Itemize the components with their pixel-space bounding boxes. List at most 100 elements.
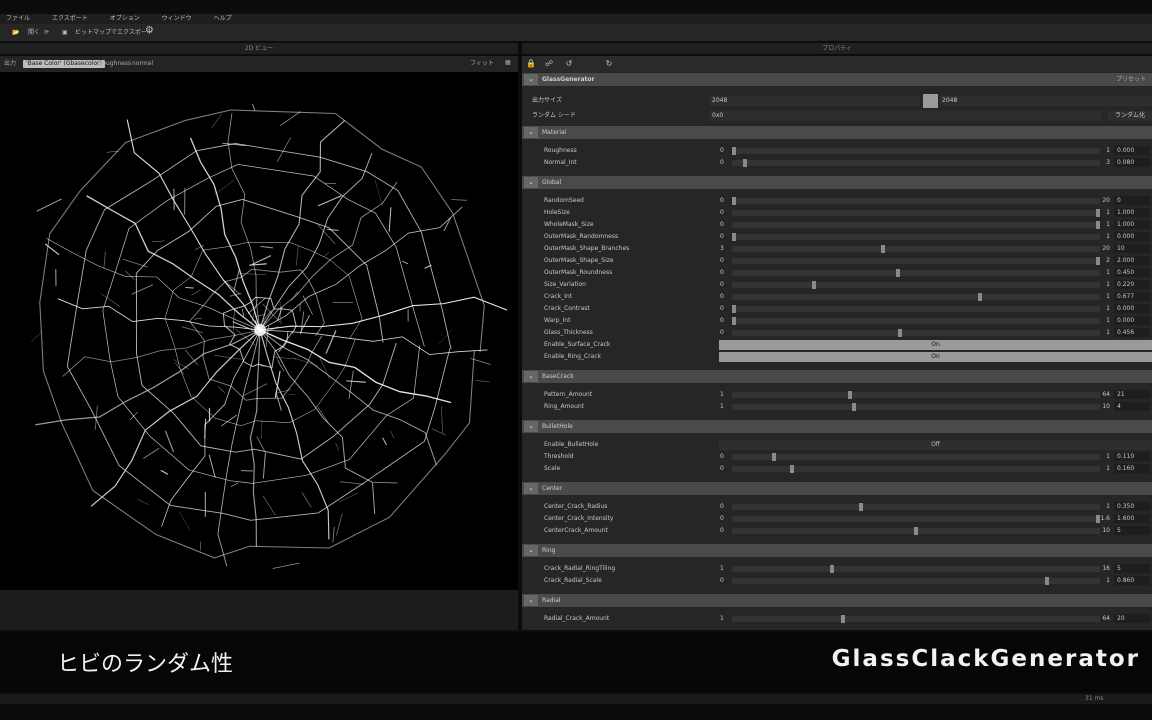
history-icon[interactable]: ↻ [604, 59, 614, 69]
param-slider[interactable] [732, 305, 1100, 313]
slider-handle[interactable] [1045, 577, 1049, 585]
chevron-down-icon[interactable]: ⌄ [524, 127, 538, 138]
param-value-input[interactable]: 0.000 [1114, 232, 1150, 241]
param-value-input[interactable]: 0.110 [1114, 452, 1150, 461]
param-value-input[interactable]: 0.160 [1114, 464, 1150, 473]
folder-icon[interactable]: 📂 [12, 27, 19, 38]
camera-icon[interactable]: ▣ [62, 27, 68, 38]
param-value-input[interactable]: 1.600 [1114, 514, 1150, 523]
param-slider[interactable] [732, 465, 1100, 473]
slider-handle[interactable] [852, 403, 856, 411]
param-value-input[interactable]: 5 [1114, 526, 1150, 535]
param-slider[interactable] [732, 329, 1100, 337]
param-slider[interactable] [732, 209, 1100, 217]
slider-handle[interactable] [812, 281, 816, 289]
slider-handle[interactable] [859, 503, 863, 511]
param-value-input[interactable]: 0.350 [1114, 502, 1150, 511]
param-slider[interactable] [732, 515, 1100, 523]
param-value-input[interactable]: 0.220 [1114, 280, 1150, 289]
slider-handle[interactable] [790, 465, 794, 473]
param-slider[interactable] [732, 245, 1100, 253]
view-options-icon[interactable]: ▦ [505, 59, 511, 67]
randomize-button[interactable]: ランダム化 [1108, 111, 1152, 121]
section-global[interactable]: ⌄ Global [522, 176, 1152, 189]
slider-handle[interactable] [743, 159, 747, 167]
param-slider[interactable] [732, 159, 1100, 167]
menu-file[interactable]: ファイル [6, 14, 30, 24]
chevron-down-icon[interactable]: ⌄ [524, 421, 538, 432]
param-toggle[interactable]: Off [719, 440, 1152, 450]
chevron-down-icon[interactable]: ⌄ [524, 371, 538, 382]
param-value-input[interactable]: 0.080 [1114, 158, 1150, 167]
param-value-input[interactable]: 4 [1114, 402, 1150, 411]
param-value-input[interactable]: 21 [1114, 390, 1150, 399]
random-seed-input[interactable]: 0x0 [710, 111, 1102, 121]
graph-header[interactable]: ⌄ GlassGenerator プリセット [522, 73, 1152, 86]
slider-handle[interactable] [732, 317, 736, 325]
output-channel-chip[interactable]: 'Base Color' (Gbasecolor) [23, 60, 105, 68]
menu-help[interactable]: ヘルプ [214, 14, 232, 24]
param-slider[interactable] [732, 233, 1100, 241]
param-toggle[interactable]: On [719, 340, 1152, 350]
output-normal[interactable]: normal [132, 60, 153, 68]
refresh-icon[interactable]: ⟳ [44, 27, 49, 38]
param-value-input[interactable]: 0.450 [1114, 268, 1150, 277]
param-slider[interactable] [732, 317, 1100, 325]
param-slider[interactable] [732, 565, 1100, 573]
slider-handle[interactable] [896, 269, 900, 277]
param-value-input[interactable]: 0 [1114, 196, 1150, 205]
param-slider[interactable] [732, 615, 1100, 623]
section-ring[interactable]: ⌄ Ring [522, 544, 1152, 557]
output-size-width-select[interactable]: 2048 [710, 96, 920, 106]
slider-handle[interactable] [978, 293, 982, 301]
open-button[interactable]: 開く [28, 27, 40, 38]
section-radial[interactable]: ⌄ Radial [522, 594, 1152, 607]
chevron-down-icon[interactable]: ⌄ [524, 595, 538, 606]
slider-handle[interactable] [848, 391, 852, 399]
slider-handle[interactable] [732, 147, 736, 155]
param-slider[interactable] [732, 577, 1100, 585]
slider-handle[interactable] [914, 527, 918, 535]
param-slider[interactable] [732, 527, 1100, 535]
param-slider[interactable] [732, 269, 1100, 277]
slider-handle[interactable] [732, 233, 736, 241]
param-value-input[interactable]: 10 [1114, 244, 1150, 253]
param-slider[interactable] [732, 257, 1100, 265]
preset-button[interactable]: プリセット [1116, 73, 1146, 86]
param-slider[interactable] [732, 293, 1100, 301]
section-center[interactable]: ⌄ Center [522, 482, 1152, 495]
param-value-input[interactable]: 0.677 [1114, 292, 1150, 301]
param-slider[interactable] [732, 403, 1100, 411]
param-value-input[interactable]: 1.000 [1114, 220, 1150, 229]
param-value-input[interactable]: 20 [1114, 614, 1150, 623]
section-bullethole[interactable]: ⌄ BulletHole [522, 420, 1152, 433]
param-value-input[interactable]: 0.000 [1114, 304, 1150, 313]
param-slider[interactable] [732, 391, 1100, 399]
section-basecrack[interactable]: ⌄ BaseCrack [522, 370, 1152, 383]
link-size-toggle[interactable] [923, 94, 938, 108]
param-slider[interactable] [732, 503, 1100, 511]
section-material[interactable]: ⌄ Material [522, 126, 1152, 139]
slider-handle[interactable] [881, 245, 885, 253]
slider-handle[interactable] [841, 615, 845, 623]
slider-handle[interactable] [732, 197, 736, 205]
chevron-down-icon[interactable]: ⌄ [524, 545, 538, 556]
slider-handle[interactable] [898, 329, 902, 337]
gear-icon[interactable]: ⚙ [145, 25, 154, 36]
slider-handle[interactable] [772, 453, 776, 461]
fit-dropdown[interactable]: フィット [470, 60, 494, 68]
param-value-input[interactable]: 2.000 [1114, 256, 1150, 265]
menu-window[interactable]: ウィンドウ [162, 14, 192, 24]
param-value-input[interactable]: 0.000 [1114, 146, 1150, 155]
output-size-height-select[interactable]: 2048 [940, 96, 1152, 106]
param-slider[interactable] [732, 281, 1100, 289]
output-roughness[interactable]: roughness [100, 60, 131, 68]
reset-icon[interactable]: ↺ [564, 59, 574, 69]
chevron-down-icon[interactable]: ⌄ [524, 483, 538, 494]
menu-export[interactable]: エクスポート [52, 14, 88, 24]
slider-handle[interactable] [830, 565, 834, 573]
param-slider[interactable] [732, 221, 1100, 229]
menu-options[interactable]: オプション [110, 14, 140, 24]
chevron-down-icon[interactable]: ⌄ [524, 74, 538, 85]
lock-icon[interactable]: 🔒 [526, 59, 536, 69]
